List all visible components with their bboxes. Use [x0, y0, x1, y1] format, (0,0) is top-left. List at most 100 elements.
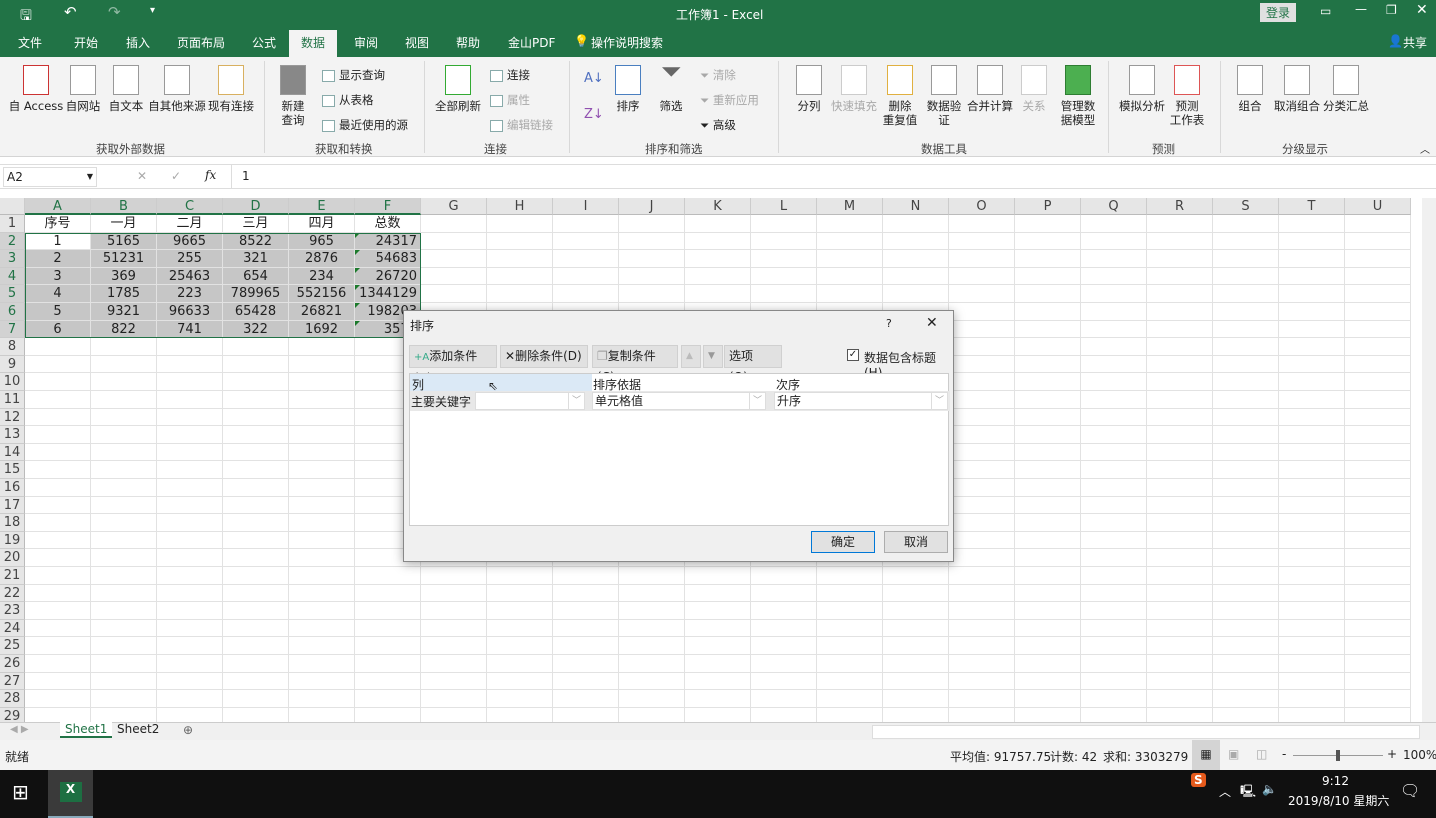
cell[interactable]	[685, 250, 751, 268]
cell[interactable]	[355, 637, 421, 655]
cell[interactable]	[25, 531, 91, 550]
cell[interactable]	[817, 285, 883, 303]
cell[interactable]	[25, 584, 91, 603]
cell[interactable]	[223, 655, 289, 673]
cell[interactable]	[817, 637, 883, 655]
reapply-button[interactable]: ⏷ 重新应用	[700, 92, 759, 108]
cell[interactable]	[1345, 584, 1411, 603]
cancel-icon[interactable]: ✕	[137, 169, 147, 183]
cell[interactable]	[685, 267, 751, 286]
cell[interactable]	[1147, 443, 1213, 462]
cell[interactable]	[1081, 267, 1147, 286]
cell[interactable]	[1213, 338, 1279, 356]
cell[interactable]	[1147, 637, 1213, 655]
table-cell[interactable]: 三月	[223, 215, 289, 233]
cell[interactable]	[619, 232, 685, 251]
cell[interactable]	[1213, 619, 1279, 638]
cell[interactable]	[421, 567, 487, 585]
cell[interactable]	[1015, 391, 1081, 409]
cell[interactable]	[1015, 303, 1081, 321]
cell[interactable]	[949, 267, 1015, 286]
cell[interactable]	[619, 655, 685, 673]
zoom-slider-thumb[interactable]	[1336, 750, 1340, 761]
table-cell[interactable]: 四月	[289, 215, 355, 233]
row-header[interactable]: 15	[0, 461, 25, 479]
windows-start-icon[interactable]: ⊞	[12, 780, 29, 804]
column-header[interactable]: P	[1015, 198, 1081, 215]
cell[interactable]	[553, 690, 619, 708]
cell[interactable]	[1147, 285, 1213, 303]
cell[interactable]	[685, 619, 751, 638]
row-header[interactable]: 11	[0, 391, 25, 409]
cell[interactable]	[1081, 619, 1147, 638]
cell[interactable]	[91, 707, 157, 722]
cell[interactable]	[751, 690, 817, 708]
cell[interactable]	[157, 690, 223, 708]
cell[interactable]	[1081, 391, 1147, 409]
maximize-button[interactable]: ❐	[1386, 3, 1397, 17]
column-header[interactable]: S	[1213, 198, 1279, 215]
cell[interactable]	[157, 584, 223, 603]
cell[interactable]	[1147, 373, 1213, 391]
cell[interactable]	[619, 267, 685, 286]
tab-view[interactable]: 视图	[405, 34, 429, 51]
cell[interactable]	[1213, 426, 1279, 444]
cell[interactable]	[1015, 672, 1081, 691]
cell[interactable]	[1015, 690, 1081, 708]
column-header[interactable]: K	[685, 198, 751, 215]
tab-data[interactable]: 数据	[289, 30, 338, 57]
cell[interactable]	[553, 655, 619, 673]
cell[interactable]	[751, 637, 817, 655]
cell[interactable]	[25, 672, 91, 691]
subtotal-button[interactable]: 分类汇总	[1322, 65, 1370, 113]
zoom-out-button[interactable]: -	[1282, 747, 1286, 761]
cell[interactable]	[1081, 584, 1147, 603]
cell[interactable]	[289, 514, 355, 532]
cell[interactable]	[1081, 443, 1147, 462]
cell[interactable]	[1213, 443, 1279, 462]
cell[interactable]	[289, 479, 355, 497]
cell[interactable]	[883, 267, 949, 286]
column-select[interactable]: ﹀	[475, 392, 585, 410]
cell[interactable]	[1213, 408, 1279, 427]
tab-formulas[interactable]: 公式	[252, 34, 276, 51]
chevron-down-icon[interactable]: ▼	[87, 172, 93, 181]
cell[interactable]	[1213, 496, 1279, 515]
column-header[interactable]: G	[421, 198, 487, 215]
volume-icon[interactable]: 🔈	[1262, 782, 1277, 796]
cell[interactable]	[751, 250, 817, 268]
cell[interactable]	[223, 690, 289, 708]
copy-level-button[interactable]: ❐复制条件(C)	[592, 345, 678, 384]
cell[interactable]	[157, 391, 223, 409]
cell[interactable]	[1279, 320, 1345, 339]
cell[interactable]	[25, 602, 91, 620]
options-button[interactable]: 选项(O)...	[724, 345, 782, 384]
clock-date[interactable]: 2019/8/10 星期六	[1288, 792, 1389, 809]
cell[interactable]	[91, 355, 157, 374]
cell[interactable]	[223, 408, 289, 427]
cell[interactable]	[91, 338, 157, 356]
cell[interactable]	[1213, 250, 1279, 268]
cell[interactable]	[1147, 672, 1213, 691]
cell[interactable]	[1213, 567, 1279, 585]
cell[interactable]	[1345, 637, 1411, 655]
cell[interactable]	[1345, 461, 1411, 479]
cell[interactable]	[1015, 707, 1081, 722]
cell[interactable]	[1345, 531, 1411, 550]
cell[interactable]	[421, 232, 487, 251]
cell[interactable]	[223, 479, 289, 497]
cell[interactable]	[1279, 619, 1345, 638]
cell[interactable]	[1015, 584, 1081, 603]
cell[interactable]	[949, 602, 1015, 620]
cell[interactable]	[1345, 426, 1411, 444]
cell[interactable]	[1345, 373, 1411, 391]
tell-me-search[interactable]: 操作说明搜索	[591, 34, 663, 51]
cell[interactable]	[289, 707, 355, 722]
cell[interactable]	[487, 250, 553, 268]
cell[interactable]	[1279, 391, 1345, 409]
cell[interactable]	[685, 637, 751, 655]
cell[interactable]	[1015, 461, 1081, 479]
cell[interactable]	[817, 602, 883, 620]
cell[interactable]	[157, 461, 223, 479]
cell[interactable]	[1015, 355, 1081, 374]
